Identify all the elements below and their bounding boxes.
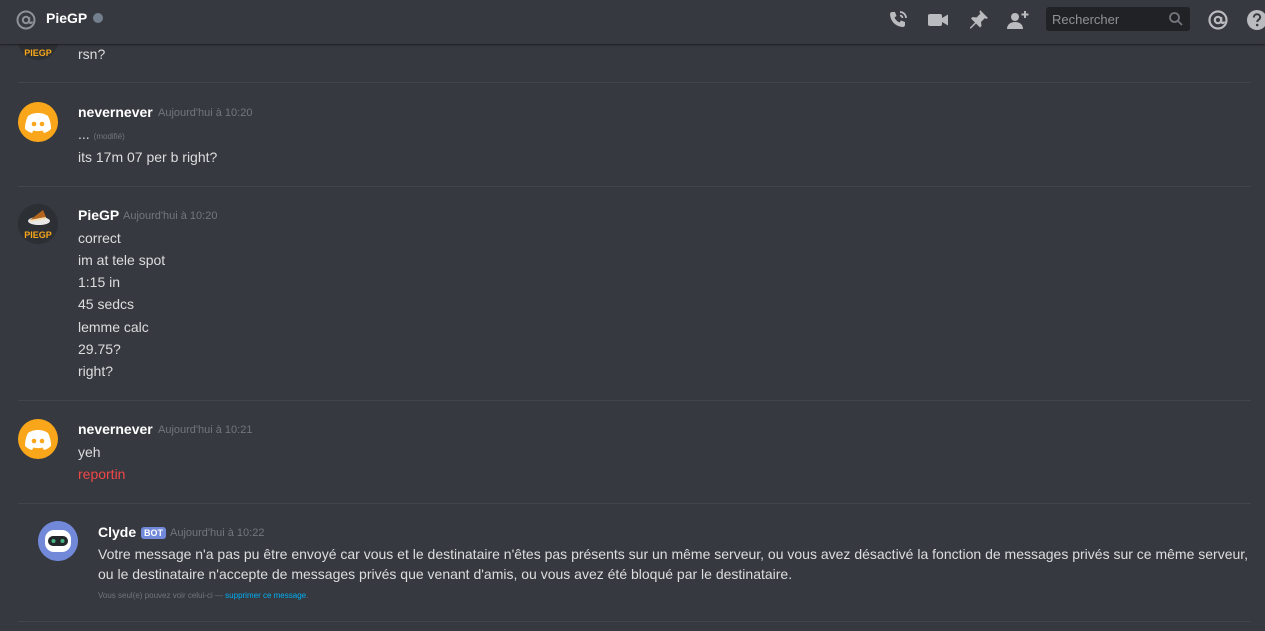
- piegp-logo-icon: PIEGP: [18, 204, 58, 244]
- piegp-logo-icon: PIEGP: [18, 44, 58, 60]
- message-list: PIEGP rsn? nevernever Aujourd'hui à 10:2…: [0, 44, 1265, 631]
- message-line: lemme calc: [78, 319, 149, 335]
- ephemeral-note-suffix: .: [306, 591, 309, 600]
- message-divider: [18, 82, 1251, 83]
- message-divider: [18, 400, 1251, 401]
- search-input[interactable]: [1046, 7, 1166, 31]
- channel-header: PieGP: [0, 0, 1265, 44]
- message-divider: [18, 503, 1251, 504]
- delete-message-link[interactable]: supprimer ce message: [225, 591, 306, 600]
- message-line: ... (modifié): [78, 126, 125, 142]
- message-line: Votre message n'a pas pu être envoyé car…: [98, 546, 1249, 562]
- message-line: yeh: [78, 444, 101, 460]
- message-text: ...: [78, 126, 90, 142]
- pin-icon[interactable]: [966, 8, 990, 32]
- message-line: its 17m 07 per b right?: [78, 149, 218, 165]
- avatar-nevernever[interactable]: [18, 102, 58, 142]
- message-line: im at tele spot: [78, 252, 166, 268]
- ephemeral-note-text: Vous seul(e) pouvez voir celui-ci —: [98, 591, 226, 600]
- avatar-piegp[interactable]: PIEGP: [18, 44, 58, 60]
- message-timestamp: Aujourd'hui à 10:20: [158, 107, 253, 119]
- svg-text:PIEGP: PIEGP: [24, 230, 52, 240]
- message-author[interactable]: nevernever: [78, 104, 153, 120]
- mention-icon[interactable]: [1206, 8, 1230, 32]
- avatar-clyde[interactable]: [38, 521, 78, 561]
- message-line: 45 sedcs: [78, 296, 135, 312]
- message-line: 1:15 in: [78, 274, 121, 290]
- help-icon[interactable]: [1245, 8, 1265, 32]
- message-line: reportin: [78, 466, 126, 482]
- status-dot: [93, 13, 103, 23]
- message-timestamp: Aujourd'hui à 10:21: [158, 424, 253, 436]
- search-box[interactable]: [1046, 7, 1190, 31]
- message-divider: [18, 621, 1251, 622]
- ephemeral-note: Vous seul(e) pouvez voir celui-ci — supp…: [98, 591, 308, 600]
- svg-text:PIEGP: PIEGP: [24, 48, 52, 58]
- search-icon[interactable]: [1168, 11, 1184, 27]
- message-line: correct: [78, 230, 121, 246]
- message-timestamp: Aujourd'hui à 10:20: [123, 210, 218, 222]
- edited-label: (modifié): [93, 132, 125, 141]
- clyde-robot-icon: [38, 521, 78, 561]
- message-line: right?: [78, 363, 114, 379]
- discord-logo-icon: [25, 430, 51, 450]
- avatar-piegp[interactable]: PIEGP: [18, 204, 58, 244]
- message-line: rsn?: [78, 46, 106, 62]
- discord-logo-icon: [25, 113, 51, 133]
- video-icon[interactable]: [926, 8, 950, 32]
- message-author[interactable]: PieGP: [78, 207, 119, 223]
- message-author[interactable]: nevernever: [78, 421, 153, 437]
- message-timestamp: Aujourd'hui à 10:22: [170, 527, 265, 539]
- bot-tag: BOT: [141, 527, 166, 539]
- message-author[interactable]: Clyde: [98, 524, 136, 540]
- channel-name: PieGP: [46, 10, 88, 26]
- avatar-nevernever[interactable]: [18, 419, 58, 459]
- message-divider: [18, 186, 1251, 187]
- message-line: 29.75?: [78, 341, 121, 357]
- add-friend-icon[interactable]: [1006, 8, 1030, 32]
- call-icon[interactable]: [886, 8, 910, 32]
- at-icon: [16, 10, 36, 30]
- message-line: ou le destinataire n'accepte de messages…: [98, 566, 793, 582]
